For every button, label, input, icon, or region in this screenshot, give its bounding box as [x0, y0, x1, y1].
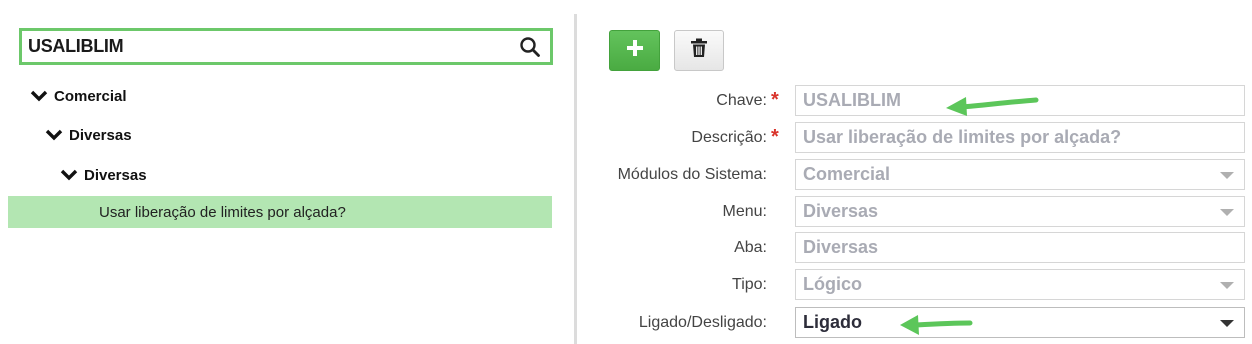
trash-icon — [690, 38, 708, 63]
panel-divider[interactable] — [574, 14, 577, 344]
tipo-label: Tipo: — [732, 275, 767, 293]
dropdown-caret-icon[interactable] — [1220, 282, 1234, 289]
descricao-field[interactable]: Usar liberação de limites por alçada? — [795, 122, 1245, 153]
tree-node-label: Diversas — [69, 126, 132, 144]
row-descricao: Descrição: * Usar liberação de limites p… — [580, 121, 1245, 154]
menu-value: Diversas — [803, 201, 879, 221]
chevron-down-icon[interactable] — [45, 128, 63, 142]
plus-icon — [626, 39, 644, 62]
add-button[interactable] — [609, 30, 660, 71]
menu-label: Menu: — [722, 202, 767, 220]
aba-value: Diversas — [803, 237, 879, 257]
dropdown-caret-icon[interactable] — [1220, 209, 1234, 216]
search-icon[interactable] — [516, 33, 544, 61]
tree-node-comercial[interactable]: Comercial — [30, 85, 127, 107]
chave-value: USALIBLIM — [803, 90, 901, 110]
required-mark: * — [771, 89, 779, 111]
ligado-value: Ligado — [803, 312, 862, 332]
tree-node-diversas[interactable]: Diversas — [45, 124, 132, 146]
chevron-down-icon[interactable] — [60, 168, 78, 182]
tree-node-label: Comercial — [54, 87, 127, 105]
search-input[interactable] — [22, 31, 516, 62]
row-menu: Menu: Diversas — [580, 195, 1245, 228]
descricao-label: Descrição: — [691, 128, 767, 146]
tipo-select[interactable]: Lógico — [795, 269, 1245, 300]
row-chave: Chave: * USALIBLIM — [580, 84, 1245, 117]
modulos-label: Módulos do Sistema: — [617, 165, 767, 183]
tree-panel: Comercial Diversas Diversas Usar liberaç… — [0, 0, 572, 344]
chave-label: Chave: — [716, 91, 767, 109]
dropdown-caret-icon[interactable] — [1220, 172, 1234, 179]
tree-leaf-label: Usar liberação de limites por alçada? — [99, 203, 346, 221]
ligado-select[interactable]: Ligado — [795, 307, 1245, 338]
row-tipo: Tipo: Lógico — [580, 268, 1245, 301]
ligado-label: Ligado/Desligado: — [638, 313, 767, 331]
delete-button[interactable] — [674, 30, 724, 71]
modulos-value: Comercial — [803, 164, 891, 184]
search-box[interactable] — [19, 28, 553, 65]
aba-label: Aba: — [734, 238, 767, 256]
row-modulos: Módulos do Sistema: Comercial — [580, 158, 1245, 191]
tree-leaf-selected[interactable]: Usar liberação de limites por alçada? — [8, 196, 552, 228]
chevron-down-icon[interactable] — [30, 89, 48, 103]
row-aba: Aba: Diversas — [580, 231, 1245, 264]
tree-node-label: Diversas — [84, 166, 147, 184]
annotation-arrow-icon — [946, 97, 1039, 116]
dropdown-caret-icon[interactable] — [1220, 320, 1234, 327]
aba-field[interactable]: Diversas — [795, 232, 1245, 263]
menu-select[interactable]: Diversas — [795, 196, 1245, 227]
tipo-value: Lógico — [803, 274, 862, 294]
required-mark: * — [771, 126, 779, 148]
tree-node-diversas-sub[interactable]: Diversas — [60, 164, 147, 186]
modulos-select[interactable]: Comercial — [795, 159, 1245, 190]
descricao-value: Usar liberação de limites por alçada? — [803, 127, 1122, 147]
annotation-arrow-icon — [900, 315, 973, 335]
